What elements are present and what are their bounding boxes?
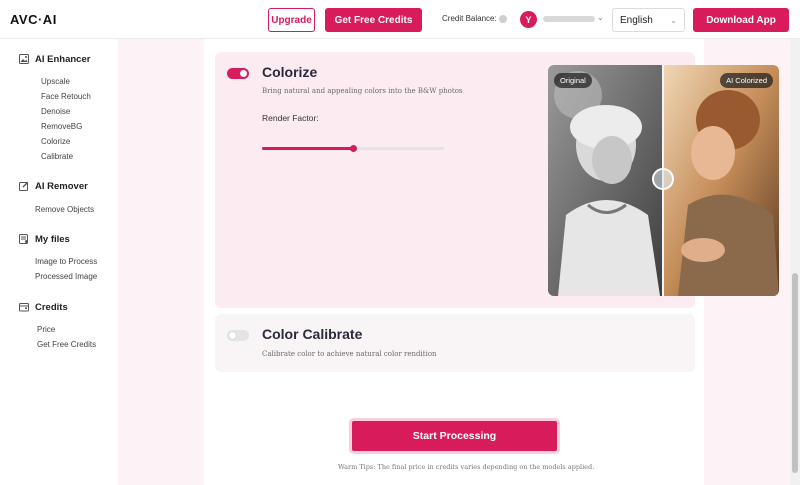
sidebar-item-processed-image[interactable]: Processed Image [35,269,118,284]
logo[interactable]: AVC·AI [10,12,57,27]
sidebar-item-upscale[interactable]: Upscale [41,74,118,89]
wallet-icon [19,302,29,312]
top-header: AVC·AI Upgrade Get Free Credits Credit B… [0,0,800,39]
start-processing-button[interactable]: Start Processing [352,421,557,451]
credit-balance-label: Credit Balance: [442,14,497,23]
badge-ai-colorized: AI Colorized [720,73,773,88]
main-area: Colorize Bring natural and appealing col… [118,39,790,485]
sidebar-item-denoise[interactable]: Denoise [41,104,118,119]
badge-original: Original [554,73,592,88]
scrollbar[interactable] [790,39,800,485]
chevron-down-icon[interactable]: ⌄ [597,13,604,22]
colorize-description: Bring natural and appealing colors into … [262,87,463,95]
image-icon [19,54,29,64]
sidebar-heading[interactable]: Credits [0,299,118,315]
colorize-card: Colorize Bring natural and appealing col… [215,52,779,308]
sidebar-item-price[interactable]: Price [37,322,118,337]
sidebar-item-colorize[interactable]: Colorize [41,134,118,149]
color-calibrate-card: Color Calibrate Calibrate color to achie… [215,314,695,372]
sidebar-item-get-free-credits[interactable]: Get Free Credits [37,337,118,352]
upgrade-button[interactable]: Upgrade [268,8,315,32]
sidebar-item-removebg[interactable]: RemoveBG [41,119,118,134]
colorize-title: Colorize [262,64,318,80]
sidebar-item-remove-objects[interactable]: Remove Objects [35,202,118,217]
sidebar-heading-label: AI Enhancer [35,53,91,65]
sidebar-heading-label: Credits [35,301,68,313]
get-free-credits-button[interactable]: Get Free Credits [325,8,422,32]
warm-tips: Warm Tips: The final price in credits va… [338,463,595,471]
credit-balance-value [498,14,507,23]
chevron-down-icon: ⌄ [670,15,677,25]
sidebar-section-ai-remover: AI Remover Remove Objects [0,178,118,217]
sidebar-heading[interactable]: My files [0,231,118,247]
color-calibrate-title: Color Calibrate [262,326,363,342]
files-icon [19,234,29,244]
render-factor-slider[interactable] [262,145,444,152]
sidebar-heading[interactable]: AI Enhancer [0,51,118,67]
language-select[interactable]: English ⌄ [612,8,685,32]
sidebar-heading[interactable]: AI Remover [0,178,118,194]
download-app-button[interactable]: Download App [693,8,789,32]
sidebar: AI Enhancer Upscale Face Retouch Denoise… [0,39,118,485]
color-calibrate-description: Calibrate color to achieve natural color… [262,350,437,358]
language-select-value: English [620,14,653,26]
colorize-toggle[interactable] [227,68,249,79]
sidebar-section-ai-enhancer: AI Enhancer Upscale Face Retouch Denoise… [0,51,118,164]
avatar[interactable]: Y [520,11,537,28]
sidebar-section-credits: Credits Price Get Free Credits [0,299,118,352]
color-calibrate-toggle[interactable] [227,330,249,341]
render-factor-slider-thumb[interactable] [350,145,357,152]
username-blurred[interactable] [543,16,595,22]
sidebar-heading-label: AI Remover [35,180,88,192]
sidebar-heading-label: My files [35,233,70,245]
before-after-compare[interactable]: Original AI Colorized [548,65,779,296]
sidebar-section-my-files: My files Image to Process Processed Imag… [0,231,118,284]
scrollbar-thumb[interactable] [792,273,798,473]
edit-icon [19,181,29,191]
compare-drag-handle[interactable] [652,168,674,190]
sidebar-item-calibrate[interactable]: Calibrate [41,149,118,164]
credit-balance: Credit Balance: [442,14,507,23]
render-factor-label: Render Factor: [262,113,319,123]
sidebar-item-image-to-process[interactable]: Image to Process [35,254,118,269]
render-factor-slider-fill [262,147,353,150]
sidebar-item-face-retouch[interactable]: Face Retouch [41,89,118,104]
